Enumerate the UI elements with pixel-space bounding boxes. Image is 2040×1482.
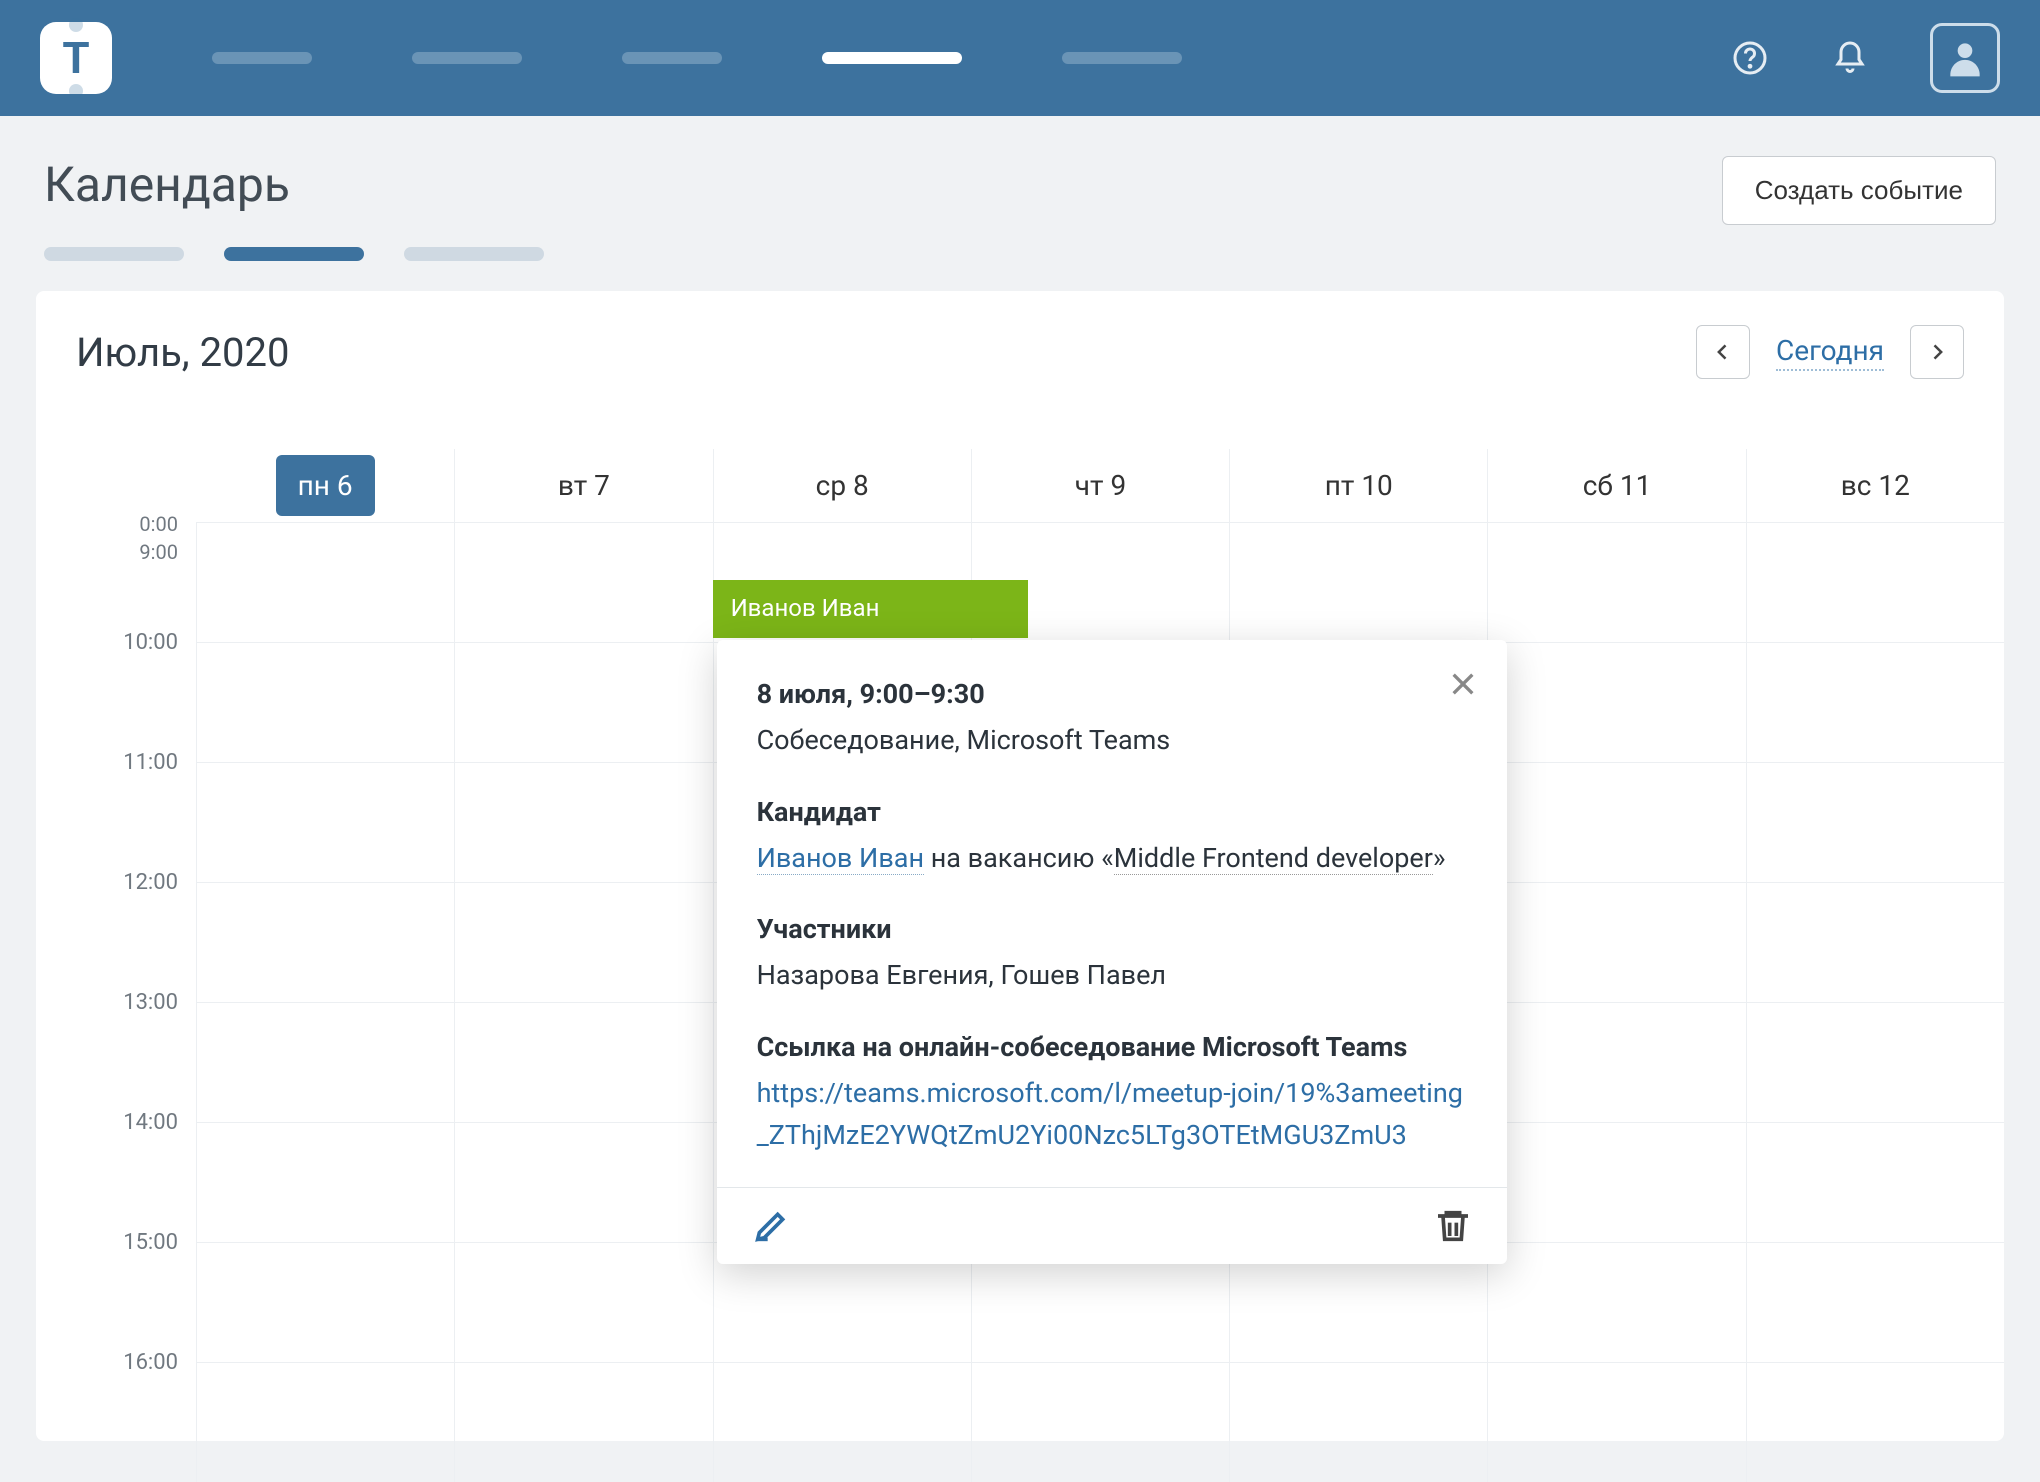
subtabs bbox=[44, 247, 1996, 261]
slot-sat-12[interactable] bbox=[1487, 882, 1745, 1002]
popover-participants: Назарова Евгения, Гошев Павел bbox=[757, 955, 1467, 997]
day-header-wed[interactable]: ср 8 bbox=[713, 449, 971, 522]
slot-tue-11[interactable] bbox=[454, 762, 712, 882]
nav-item-4-active[interactable] bbox=[822, 52, 962, 64]
calendar-grid: 0:00 9:00 10:00 11:00 12:00 13:00 bbox=[36, 522, 2004, 1482]
slot-mon-16[interactable] bbox=[196, 1362, 454, 1482]
slot-mon-11[interactable] bbox=[196, 762, 454, 882]
slot-mon-12[interactable] bbox=[196, 882, 454, 1002]
time-label-9: 0:00 9:00 bbox=[36, 510, 196, 630]
day-header-sun[interactable]: вс 12 bbox=[1746, 449, 2004, 522]
close-icon[interactable] bbox=[1447, 668, 1479, 700]
slot-sat-15[interactable] bbox=[1487, 1242, 1745, 1362]
slot-sun-11[interactable] bbox=[1746, 762, 2004, 882]
calendar-panel-header: Июль, 2020 Сегодня bbox=[36, 325, 2004, 409]
calendar-event[interactable]: Иванов Иван bbox=[713, 580, 1028, 638]
popover-candidate-line: Иванов Иван на вакансию «Middle Frontend… bbox=[757, 838, 1467, 880]
subtab-2-active[interactable] bbox=[224, 247, 364, 261]
prev-week-button[interactable] bbox=[1696, 325, 1750, 379]
day-header-fri[interactable]: пт 10 bbox=[1229, 449, 1487, 522]
page-title: Календарь bbox=[44, 156, 290, 213]
time-label-14: 14:00 bbox=[36, 1110, 196, 1230]
create-event-button[interactable]: Создать событие bbox=[1722, 156, 1996, 225]
time-label-15: 15:00 bbox=[36, 1230, 196, 1350]
time-label-13: 13:00 bbox=[36, 990, 196, 1110]
time-label-11: 11:00 bbox=[36, 750, 196, 870]
slot-sun-9[interactable] bbox=[1746, 522, 2004, 642]
next-week-button[interactable] bbox=[1910, 325, 1964, 379]
slot-mon-10[interactable] bbox=[196, 642, 454, 762]
day-header-thu[interactable]: чт 9 bbox=[971, 449, 1229, 522]
edit-icon[interactable] bbox=[751, 1206, 791, 1246]
calendar-panel: Июль, 2020 Сегодня пн 6 вт 7 ср 8 чт 9 п… bbox=[36, 291, 2004, 1441]
bell-icon[interactable] bbox=[1830, 38, 1870, 78]
help-icon[interactable] bbox=[1730, 38, 1770, 78]
slot-mon-14[interactable] bbox=[196, 1122, 454, 1242]
today-link[interactable]: Сегодня bbox=[1776, 334, 1884, 371]
slot-sun-15[interactable] bbox=[1746, 1242, 2004, 1362]
subtab-3[interactable] bbox=[404, 247, 544, 261]
slot-mon-9[interactable] bbox=[196, 522, 454, 642]
nav-item-3[interactable] bbox=[622, 52, 722, 64]
popover-footer bbox=[717, 1187, 1507, 1264]
time-label-16: 16:00 bbox=[36, 1350, 196, 1470]
app-logo[interactable]: T bbox=[40, 22, 112, 94]
slot-sun-12[interactable] bbox=[1746, 882, 2004, 1002]
month-label: Июль, 2020 bbox=[76, 329, 290, 376]
slot-tue-15[interactable] bbox=[454, 1242, 712, 1362]
event-title: Иванов Иван bbox=[731, 594, 880, 622]
slot-thu-16[interactable] bbox=[971, 1362, 1229, 1482]
meeting-url-link[interactable]: https://teams.microsoft.com/l/meetup-joi… bbox=[757, 1073, 1467, 1157]
popover-link-heading: Ссылка на онлайн-собеседование Microsoft… bbox=[757, 1027, 1467, 1069]
slot-sun-10[interactable] bbox=[1746, 642, 2004, 762]
day-header-row: пн 6 вт 7 ср 8 чт 9 пт 10 сб 11 вс 12 bbox=[36, 449, 2004, 522]
slot-tue-12[interactable] bbox=[454, 882, 712, 1002]
trash-icon[interactable] bbox=[1433, 1206, 1473, 1246]
slot-tue-16[interactable] bbox=[454, 1362, 712, 1482]
day-header-sat[interactable]: сб 11 bbox=[1487, 449, 1745, 522]
time-label-10: 10:00 bbox=[36, 630, 196, 750]
profile-button[interactable] bbox=[1930, 23, 2000, 93]
slot-mon-15[interactable] bbox=[196, 1242, 454, 1362]
slot-sun-16[interactable] bbox=[1746, 1362, 2004, 1482]
popover-datetime: 8 июля, 9:00–9:30 bbox=[757, 674, 1467, 716]
popover-candidate-heading: Кандидат bbox=[757, 792, 1467, 834]
slot-sat-14[interactable] bbox=[1487, 1122, 1745, 1242]
nav-item-5[interactable] bbox=[1062, 52, 1182, 64]
slot-sat-10[interactable] bbox=[1487, 642, 1745, 762]
slot-fri-9[interactable] bbox=[1229, 522, 1487, 642]
slot-tue-13[interactable] bbox=[454, 1002, 712, 1122]
slot-tue-9[interactable] bbox=[454, 522, 712, 642]
slot-sun-14[interactable] bbox=[1746, 1122, 2004, 1242]
slot-tue-10[interactable] bbox=[454, 642, 712, 762]
popover-subject: Собеседование, Microsoft Teams bbox=[757, 720, 1467, 762]
logo-letter: T bbox=[62, 32, 89, 84]
topbar: T bbox=[0, 0, 2040, 116]
slot-sat-13[interactable] bbox=[1487, 1002, 1745, 1122]
time-label-12: 12:00 bbox=[36, 870, 196, 990]
nav-item-1[interactable] bbox=[212, 52, 312, 64]
slot-tue-14[interactable] bbox=[454, 1122, 712, 1242]
popover-participants-heading: Участники bbox=[757, 909, 1467, 951]
event-popover: 8 июля, 9:00–9:30 Собеседование, Microso… bbox=[717, 640, 1507, 1264]
page-header: Календарь Создать событие bbox=[0, 116, 2040, 261]
slot-sun-13[interactable] bbox=[1746, 1002, 2004, 1122]
slot-sat-11[interactable] bbox=[1487, 762, 1745, 882]
slot-mon-13[interactable] bbox=[196, 1002, 454, 1122]
vacancy-link[interactable]: Middle Frontend developer bbox=[1114, 842, 1433, 875]
day-header-mon[interactable]: пн 6 bbox=[196, 449, 454, 522]
slot-sat-9[interactable] bbox=[1487, 522, 1745, 642]
day-header-tue[interactable]: вт 7 bbox=[454, 449, 712, 522]
slot-fri-16[interactable] bbox=[1229, 1362, 1487, 1482]
candidate-link[interactable]: Иванов Иван bbox=[757, 842, 924, 875]
nav-item-2[interactable] bbox=[412, 52, 522, 64]
slot-sat-16[interactable] bbox=[1487, 1362, 1745, 1482]
subtab-1[interactable] bbox=[44, 247, 184, 261]
slot-wed-16[interactable] bbox=[713, 1362, 971, 1482]
